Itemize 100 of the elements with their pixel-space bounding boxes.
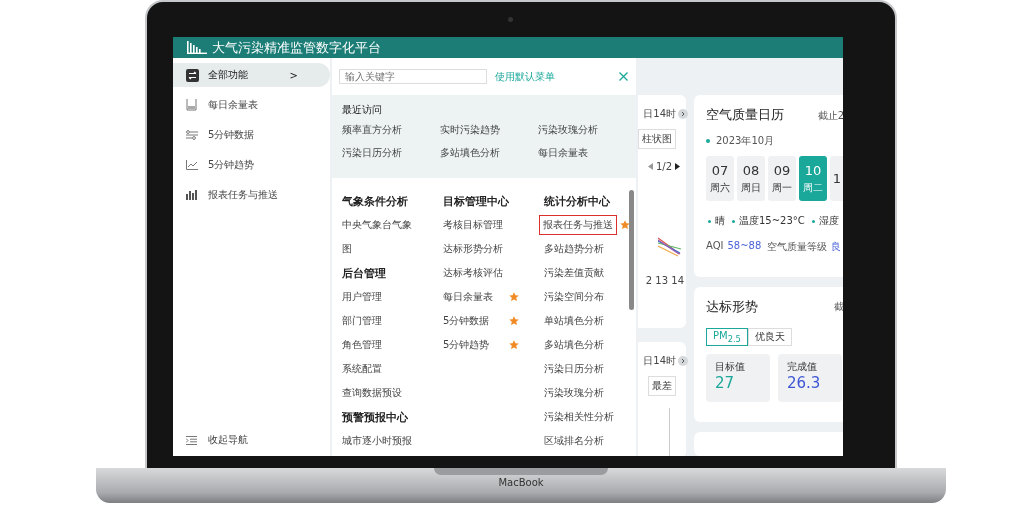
swap-icon — [186, 68, 199, 82]
menu-link[interactable]: 单站填色分析 — [544, 309, 604, 333]
day-number: 07 — [711, 162, 729, 178]
recent-link[interactable]: 污染日历分析 — [342, 146, 440, 160]
menu-link[interactable]: 角色管理 — [342, 333, 382, 357]
date-note: 截止2 — [817, 108, 843, 123]
next-page-icon[interactable] — [675, 163, 680, 170]
menu-link[interactable]: 系统配置 — [342, 357, 382, 381]
day-tile[interactable]: 1 — [830, 156, 843, 201]
month-label: 2023年10月 — [716, 134, 775, 148]
sidebar-item[interactable]: 全部功能 > — [173, 63, 330, 87]
menu-link[interactable]: 污染差值贡献 — [544, 261, 604, 285]
next-icon[interactable] — [678, 356, 688, 366]
weather-text: 温度15~23°C — [739, 214, 805, 228]
stat-label: 目标值 — [715, 359, 746, 374]
stat-value: 27 — [715, 373, 736, 392]
menu-link[interactable]: 查询数据预设 — [342, 381, 402, 405]
sliders-icon — [186, 130, 198, 140]
aqi-value: 58~88 — [727, 240, 762, 253]
chevron-text: > — [289, 69, 298, 81]
trend-chart-icon — [186, 160, 198, 170]
menu-link[interactable]: 达标形势分析 — [443, 237, 505, 261]
axis-labels: 2 13 14 — [645, 275, 684, 286]
section-heading: 最近访问 — [342, 103, 383, 117]
prev-icon[interactable] — [647, 163, 653, 170]
recent-link[interactable]: 实时污染趋势 — [440, 123, 538, 137]
day-tile[interactable]: 09 周一 — [768, 156, 796, 201]
menu-link[interactable]: 达标考核评估 — [443, 261, 505, 285]
bullet-icon — [708, 219, 711, 223]
menu-link[interactable]: 多站填色分析 — [544, 333, 604, 357]
weekday-label: 周一 — [772, 180, 792, 195]
app-title: 大气污染精准监管数字化平台 — [212, 38, 381, 57]
menu-link[interactable]: 5分钟趋势 — [443, 333, 505, 357]
close-icon[interactable] — [619, 72, 628, 81]
sidebar-item[interactable]: 每日余量表 — [173, 93, 330, 117]
menu-link[interactable]: 污染空间分布 — [544, 285, 604, 309]
sidebar-item[interactable]: 5分钟数据 — [173, 123, 330, 147]
next-icon[interactable] — [678, 109, 688, 119]
bullet-icon — [706, 139, 710, 143]
weekday-label: 周二 — [803, 180, 823, 195]
aqi-label: AQI — [706, 240, 724, 253]
camera-icon — [508, 17, 513, 22]
day-tile[interactable]: 07 周六 — [706, 156, 734, 201]
day-number: 08 — [742, 162, 760, 178]
quality-level-label: 空气质量等级 — [767, 240, 828, 254]
category-heading: 后台管理 — [342, 266, 387, 281]
sidebar-item[interactable]: 5分钟趋势 — [173, 153, 330, 177]
menu-link[interactable]: 污染日历分析 — [544, 357, 604, 381]
menu-link[interactable]: 多站趋势分析 — [544, 237, 604, 261]
recent-link[interactable]: 频率直方分析 — [342, 123, 440, 137]
menu-link[interactable]: 污染玫瑰分析 — [544, 381, 604, 405]
recent-link[interactable]: 每日余量表 — [538, 146, 636, 160]
time-label: 日14时 — [643, 354, 676, 368]
chart-type-button[interactable]: 最差 — [648, 376, 676, 396]
star-icon[interactable] — [509, 316, 519, 326]
menu-link[interactable]: 报表任务与推送 — [540, 216, 616, 234]
category-heading: 目标管理中心 — [443, 194, 510, 209]
page-indicator: 1/2 — [655, 161, 672, 172]
menu-link[interactable]: 考核目标管理 — [443, 213, 505, 237]
metric-tab[interactable]: 优良天 — [747, 327, 792, 346]
stat-label: 完成值 — [787, 359, 818, 374]
date-note: 截 — [834, 300, 843, 315]
weather-text: 湿度 — [818, 214, 839, 228]
recent-link[interactable]: 多站填色分析 — [440, 146, 538, 160]
menu-link[interactable]: 部门管理 — [342, 309, 382, 333]
menu-link[interactable]: 5分钟数据 — [443, 309, 505, 333]
recent-link[interactable]: 污染玫瑰分析 — [538, 123, 636, 137]
category-heading: 统计分析中心 — [544, 194, 611, 209]
scrollbar-thumb[interactable] — [629, 190, 634, 310]
bars-logo-icon — [187, 41, 207, 54]
star-icon[interactable] — [620, 220, 630, 230]
sidebar-item[interactable]: 报表任务与推送 — [173, 183, 330, 207]
day-tile[interactable]: 08 周日 — [737, 156, 765, 201]
container-icon — [186, 99, 197, 111]
bullet-icon — [811, 219, 815, 223]
star-icon[interactable] — [509, 292, 519, 302]
line-chart-drawing — [658, 236, 682, 258]
day-number: 1 — [832, 171, 842, 186]
category-heading: 预警预报中心 — [342, 410, 409, 425]
menu-link[interactable]: 城市逐小时预报 — [342, 429, 412, 453]
menu-link[interactable]: 污染相关性分析 — [544, 405, 614, 429]
collapse-icon — [186, 435, 197, 445]
collapse-nav-button[interactable]: 收起导航 — [173, 428, 330, 452]
menu-link[interactable]: 区域排名分析 — [544, 429, 604, 453]
chart-type-button[interactable]: 柱状图 — [638, 129, 676, 149]
menu-link[interactable]: 中央气象台气象图 — [342, 213, 414, 261]
stat-value: 26.3 — [787, 373, 822, 392]
quality-level-value: 良 — [831, 240, 842, 254]
card-title: 空气质量日历 — [706, 107, 784, 124]
bar-chart-icon — [186, 190, 198, 200]
menu-link[interactable]: 每日余量表 — [443, 285, 505, 309]
weekday-label: 周日 — [741, 180, 761, 195]
day-number: 10 — [804, 162, 822, 178]
time-label: 日14时 — [643, 107, 676, 121]
day-number: 09 — [773, 162, 791, 178]
search-field[interactable]: 输入关键字 — [339, 69, 487, 84]
category-heading: 气象条件分析 — [342, 194, 409, 209]
weather-text: 晴 — [715, 214, 725, 228]
star-icon[interactable] — [509, 340, 519, 350]
menu-link[interactable]: 用户管理 — [342, 285, 382, 309]
